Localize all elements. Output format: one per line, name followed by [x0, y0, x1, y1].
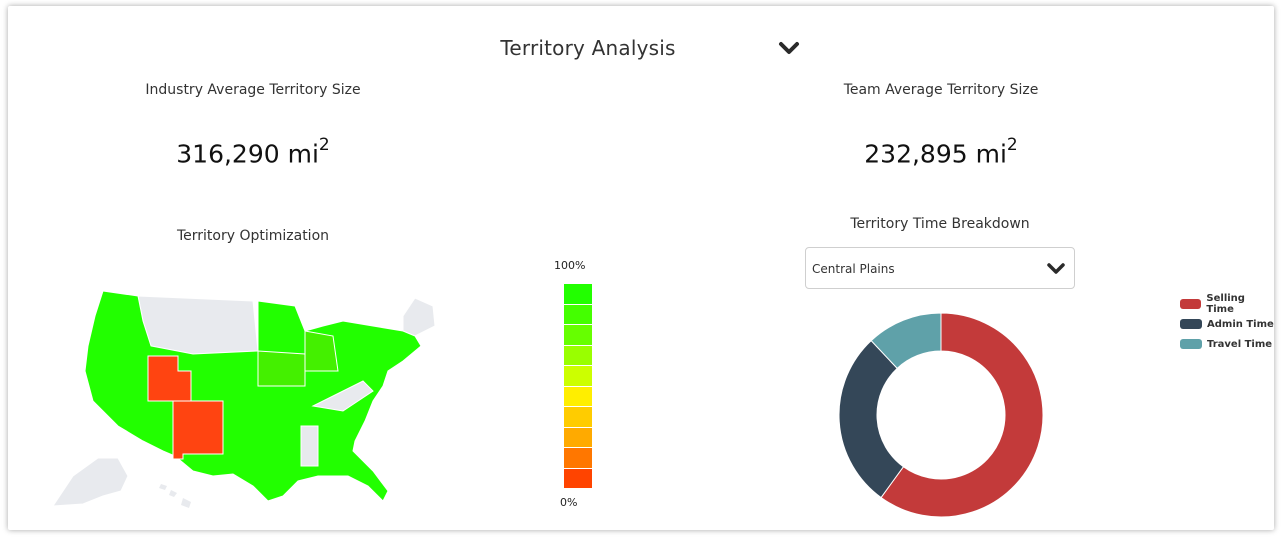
industry-avg-value: 316,290 mi2	[93, 135, 413, 169]
scale-step-7	[564, 427, 592, 447]
scale-step-8	[564, 448, 592, 468]
legend-item-travel-time[interactable]: Travel Time	[1180, 334, 1274, 354]
scale-step-2	[564, 325, 592, 345]
legend-swatch	[1180, 299, 1202, 309]
map-region-maine[interactable]	[402, 297, 436, 337]
scale-max-label: 100%	[554, 259, 586, 272]
page-title: Territory Analysis	[500, 36, 676, 60]
map-region-new-mexico[interactable]	[172, 400, 224, 460]
legend-item-admin-time[interactable]: Admin Time	[1180, 314, 1274, 334]
industry-avg-number: 316,290 mi	[176, 139, 319, 169]
scale-step-1	[564, 304, 592, 324]
map-region-midwest[interactable]	[304, 330, 339, 372]
scale-step-0	[564, 284, 592, 304]
map-region-alaska[interactable]	[52, 457, 129, 507]
map-region-hawaii-3[interactable]	[181, 498, 191, 508]
time-breakdown-legend: Selling Time Admin Time Travel Time	[1180, 293, 1274, 354]
time-breakdown-title: Territory Time Breakdown	[850, 216, 1030, 232]
region-select-value: Central Plains	[812, 262, 895, 276]
scale-step-5	[564, 386, 592, 406]
scale-step-6	[564, 407, 592, 427]
scale-step-9	[564, 468, 592, 488]
legend-label: Travel Time	[1207, 338, 1273, 350]
legend-swatch	[1180, 339, 1202, 349]
legend-label: Selling Time	[1206, 293, 1245, 315]
legend-label: Admin Time	[1207, 318, 1274, 330]
scale-min-label: 0%	[560, 496, 578, 509]
team-avg-exponent: 2	[1006, 135, 1018, 155]
map-region-alabama[interactable]	[300, 425, 319, 467]
time-breakdown-donut-chart	[838, 312, 1044, 518]
us-territory-map[interactable]	[43, 276, 443, 511]
chevron-down-icon	[779, 42, 799, 54]
legend-item-selling-time[interactable]: Selling Time	[1180, 293, 1274, 315]
team-avg-label: Team Average Territory Size	[843, 82, 1039, 98]
chevron-down-icon	[1047, 263, 1065, 274]
map-region-hawaii-2[interactable]	[169, 490, 177, 497]
map-region-plains[interactable]	[257, 350, 306, 387]
scale-step-3	[564, 345, 592, 365]
industry-avg-label: Industry Average Territory Size	[145, 82, 361, 98]
optimization-title: Territory Optimization	[176, 228, 330, 244]
map-region-hawaii[interactable]	[159, 484, 167, 490]
scale-step-4	[564, 366, 592, 386]
map-region-north[interactable]	[137, 295, 259, 355]
industry-avg-exponent: 2	[318, 135, 330, 155]
team-avg-value: 232,895 mi2	[781, 135, 1101, 169]
collapse-button[interactable]	[778, 40, 800, 58]
legend-swatch	[1180, 319, 1202, 329]
team-avg-number: 232,895 mi	[864, 139, 1007, 169]
region-select[interactable]: Central Plains	[805, 247, 1075, 289]
territory-analysis-card: Territory Analysis Industry Average Terr…	[8, 6, 1274, 530]
optimization-color-scale	[564, 284, 592, 489]
